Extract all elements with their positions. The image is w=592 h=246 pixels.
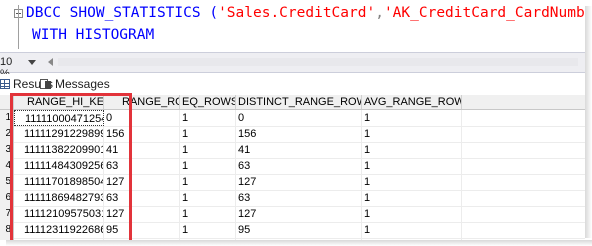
table-cell[interactable]: 127 bbox=[104, 206, 180, 222]
column-header-distinct-range-rows[interactable]: DISTINCT_RANGE_ROWS bbox=[236, 95, 362, 109]
table-cell[interactable]: 63 bbox=[236, 158, 362, 174]
outline-line bbox=[18, 5, 19, 49]
table-row[interactable]: 7 11112109575031 127 1 127 1 bbox=[0, 206, 585, 223]
table-cell[interactable]: 1 bbox=[362, 222, 462, 238]
table-cell[interactable]: 1 bbox=[362, 206, 462, 222]
results-tabs: Results Messages bbox=[0, 74, 585, 94]
query-line-1[interactable]: DBCC SHOW_STATISTICS ('Sales.CreditCard'… bbox=[26, 5, 585, 21]
table-row[interactable]: 1 11111000471254 0 1 0 1 bbox=[0, 110, 585, 127]
table-row[interactable]: 6 11111869482793 63 1 63 1 bbox=[0, 190, 585, 207]
table-cell[interactable]: 1 bbox=[362, 142, 462, 158]
table-cell[interactable]: 1 bbox=[180, 190, 236, 206]
table-cell[interactable]: 11112311922686 bbox=[14, 222, 104, 238]
table-cell[interactable]: 1 bbox=[180, 174, 236, 190]
query-editor[interactable]: DBCC SHOW_STATISTICS ('Sales.CreditCard'… bbox=[0, 0, 585, 52]
table-cell[interactable]: 11112109575031 bbox=[14, 206, 104, 222]
grid-header: RANGE_HI_KEY RANGE_ROWS EQ_ROWS DISTINCT… bbox=[0, 95, 585, 110]
table-cell[interactable]: 95 bbox=[236, 222, 362, 238]
corner-header[interactable] bbox=[0, 95, 14, 109]
table-cell[interactable]: 63 bbox=[104, 190, 180, 206]
tab-messages-label: Messages bbox=[55, 77, 110, 91]
table-row[interactable]: 8 11112311922686 95 1 95 1 bbox=[0, 222, 585, 239]
results-grid[interactable]: RANGE_HI_KEY RANGE_ROWS EQ_ROWS DISTINCT… bbox=[0, 95, 585, 240]
table-cell[interactable]: 11111701898504 bbox=[14, 174, 104, 190]
horizontal-scrollbar[interactable] bbox=[58, 58, 578, 66]
table-cell[interactable]: 95 bbox=[104, 222, 180, 238]
table-cell[interactable]: 41 bbox=[236, 142, 362, 158]
row-number[interactable]: 5 bbox=[0, 174, 14, 190]
table-cell[interactable]: 156 bbox=[104, 126, 180, 142]
table-row[interactable]: 3 11111382209901 41 1 41 1 bbox=[0, 142, 585, 159]
column-header-range-rows[interactable]: RANGE_ROWS bbox=[104, 95, 180, 109]
column-header-eq-rows[interactable]: EQ_ROWS bbox=[180, 95, 236, 109]
table-cell[interactable]: 1 bbox=[180, 110, 236, 126]
table-row[interactable]: 2 11111291229899 156 1 156 1 bbox=[0, 126, 585, 143]
table-cell[interactable]: 1 bbox=[180, 142, 236, 158]
row-number[interactable]: 8 bbox=[0, 222, 14, 238]
keyword-dbcc: DBCC SHOW_STATISTICS ( bbox=[26, 5, 219, 21]
table-row[interactable]: 4 11111484309256 63 1 63 1 bbox=[0, 158, 585, 175]
table-cell[interactable]: 1 bbox=[362, 110, 462, 126]
page-shadow-right bbox=[585, 6, 592, 238]
table-cell[interactable]: 11111000471254 bbox=[14, 110, 104, 126]
table-cell[interactable]: 1 bbox=[362, 158, 462, 174]
table-cell[interactable]: 1 bbox=[180, 222, 236, 238]
row-number[interactable]: 2 bbox=[0, 126, 14, 142]
string-index-name: 'AK_CreditCard_CardNumber' bbox=[383, 5, 585, 21]
string-table-name: 'Sales.CreditCard' bbox=[218, 5, 376, 21]
table-cell[interactable]: 127 bbox=[236, 206, 362, 222]
table-cell[interactable]: 11111382209901 bbox=[14, 142, 104, 158]
table-cell[interactable]: 11111484309256 bbox=[14, 158, 104, 174]
table-cell[interactable]: 156 bbox=[236, 126, 362, 142]
column-header-avg-range-rows[interactable]: AVG_RANGE_ROWS bbox=[362, 95, 462, 109]
table-cell[interactable]: 1 bbox=[180, 126, 236, 142]
table-cell[interactable]: 63 bbox=[236, 190, 362, 206]
table-cell[interactable]: 127 bbox=[236, 174, 362, 190]
row-number[interactable]: 4 bbox=[0, 158, 14, 174]
column-header-range-hi-key[interactable]: RANGE_HI_KEY bbox=[14, 95, 104, 109]
chevron-down-icon[interactable] bbox=[28, 60, 36, 65]
table-row[interactable]: 5 11111701898504 127 1 127 1 bbox=[0, 174, 585, 191]
table-cell[interactable]: 0 bbox=[236, 110, 362, 126]
table-cell[interactable]: 63 bbox=[104, 158, 180, 174]
table-cell[interactable]: 11111869482793 bbox=[14, 190, 104, 206]
table-cell[interactable]: 1 bbox=[180, 206, 236, 222]
messages-icon bbox=[40, 78, 52, 90]
row-number[interactable]: 7 bbox=[0, 206, 14, 222]
table-cell[interactable]: 41 bbox=[104, 142, 180, 158]
query-line-2[interactable]: WITH HISTOGRAM bbox=[32, 27, 154, 43]
table-cell[interactable]: 11111291229899 bbox=[14, 126, 104, 142]
row-number[interactable]: 6 bbox=[0, 190, 14, 206]
table-cell[interactable]: 1 bbox=[362, 126, 462, 142]
row-number[interactable]: 3 bbox=[0, 142, 14, 158]
ssms-window: DBCC SHOW_STATISTICS ('Sales.CreditCard'… bbox=[0, 0, 585, 240]
tab-messages[interactable]: Messages bbox=[40, 76, 110, 92]
grid-icon bbox=[0, 79, 10, 89]
table-cell[interactable]: 0 bbox=[104, 110, 180, 126]
zoom-bar: 10 % bbox=[0, 52, 585, 80]
table-cell[interactable]: 127 bbox=[104, 174, 180, 190]
page-shadow-bottom bbox=[6, 240, 592, 246]
comma: , bbox=[375, 5, 384, 21]
table-cell[interactable]: 1 bbox=[362, 190, 462, 206]
row-number[interactable]: 1 bbox=[0, 110, 14, 126]
table-cell[interactable]: 1 bbox=[180, 158, 236, 174]
scroll-left-icon[interactable] bbox=[48, 58, 53, 66]
table-cell[interactable]: 1 bbox=[362, 174, 462, 190]
